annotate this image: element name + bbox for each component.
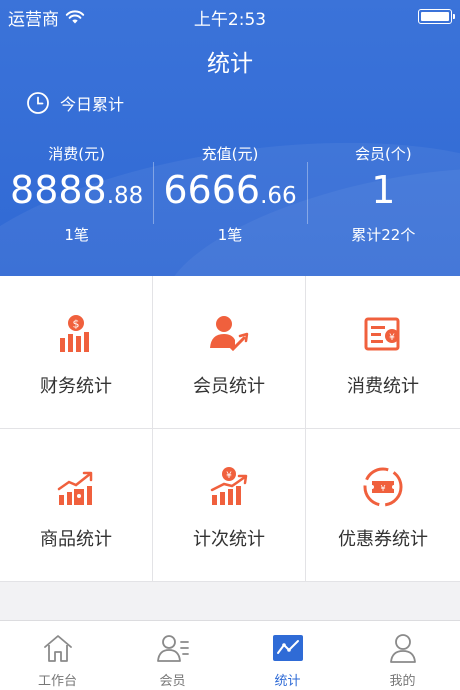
stat-value-int: 8888 <box>10 168 107 212</box>
finance-chart-icon: $ <box>60 315 89 352</box>
tab-label: 工作台 <box>37 674 77 689</box>
svg-text:$: $ <box>73 318 80 331</box>
stat-value: 1 <box>307 166 460 220</box>
stat-label: 消费(元) <box>48 145 106 163</box>
count-trend-icon: ¥ <box>210 467 248 505</box>
clock: 上午2:53 <box>193 10 267 30</box>
menu-label: 计次统计 <box>193 529 265 550</box>
menu-consumption-statistics[interactable]: ¥ 消费统计 <box>306 276 460 429</box>
page-title: 统计 <box>207 51 253 77</box>
statistics-menu-grid: $ 财务统计 会员统计 ¥ 消费统计 商品统计 ¥ 计次统计 ¥ 优惠券统计 <box>0 276 460 582</box>
stat-value: 8888.88 <box>0 166 153 220</box>
stat-consumption[interactable]: 消费(元) 8888.88 1笔 <box>0 144 153 244</box>
menu-label: 财务统计 <box>40 376 112 397</box>
today-summary-label: 今日累计 <box>26 91 124 115</box>
stat-sub: 1笔 <box>217 226 243 244</box>
menu-label: 会员统计 <box>193 376 265 397</box>
members-icon <box>156 635 189 662</box>
battery-icon <box>418 9 455 24</box>
product-trend-icon <box>57 471 93 505</box>
stat-value-int: 6666 <box>163 168 261 212</box>
app-screen: 运营商 上午2:53 统计 今日累计 消费(元) 8888.88 1笔 充值(元… <box>0 0 460 690</box>
tab-members[interactable]: 会员 <box>115 621 230 690</box>
stat-recharge[interactable]: 充值(元) 6666.66 1笔 <box>153 144 306 244</box>
stat-members[interactable]: 会员(个) 1 累计22个 <box>306 144 460 244</box>
home-icon <box>43 635 72 662</box>
clock-icon <box>27 92 49 114</box>
today-label: 今日累计 <box>60 95 125 114</box>
stat-label: 会员(个) <box>354 145 412 163</box>
svg-text:¥: ¥ <box>389 333 395 343</box>
stat-value-dec: .66 <box>260 183 297 209</box>
stat-label: 充值(元) <box>201 145 259 163</box>
stats-row: 消费(元) 8888.88 1笔 充值(元) 6666.66 1笔 会员(个) … <box>0 144 460 244</box>
stat-value-dec: .88 <box>106 183 144 209</box>
tab-bar: 工作台 会员 统计 我的 <box>0 620 460 690</box>
menu-coupon-statistics[interactable]: ¥ 优惠券统计 <box>306 429 460 582</box>
status-bar: 运营商 上午2:53 <box>0 0 460 32</box>
menu-count-statistics[interactable]: ¥ 计次统计 <box>153 429 306 582</box>
menu-member-statistics[interactable]: 会员统计 <box>153 276 306 429</box>
stat-sub: 1笔 <box>64 226 89 244</box>
tab-label: 我的 <box>389 674 416 689</box>
tab-statistics[interactable]: 统计 <box>230 621 345 690</box>
tab-label: 统计 <box>274 674 301 689</box>
tab-profile[interactable]: 我的 <box>345 621 460 690</box>
menu-product-statistics[interactable]: 商品统计 <box>0 429 153 582</box>
tab-workbench[interactable]: 工作台 <box>0 621 115 690</box>
tab-label: 会员 <box>159 674 186 689</box>
menu-label: 优惠券统计 <box>338 529 428 550</box>
svg-text:¥: ¥ <box>380 484 385 493</box>
coupon-icon: ¥ <box>363 467 403 507</box>
stat-sub: 累计22个 <box>351 226 416 244</box>
stat-value: 6666.66 <box>153 166 306 220</box>
statistics-icon <box>272 635 303 661</box>
profile-icon <box>389 634 416 663</box>
menu-label: 商品统计 <box>40 529 112 550</box>
header: 运营商 上午2:53 统计 今日累计 消费(元) 8888.88 1笔 充值(元… <box>0 0 460 276</box>
stat-value-int: 1 <box>371 168 396 212</box>
member-check-icon <box>210 316 249 352</box>
svg-text:¥: ¥ <box>226 471 232 481</box>
menu-label: 消费统计 <box>347 376 419 397</box>
menu-finance-statistics[interactable]: $ 财务统计 <box>0 276 153 429</box>
consumption-card-icon: ¥ <box>364 317 400 351</box>
